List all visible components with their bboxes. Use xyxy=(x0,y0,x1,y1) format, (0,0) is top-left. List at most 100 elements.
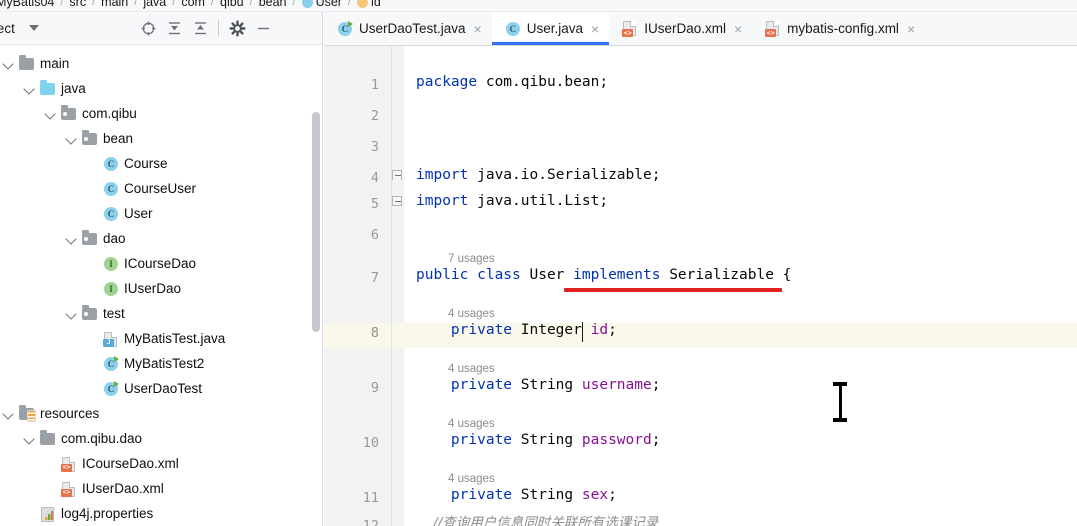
breadcrumb-item[interactable]: MyBatis04 xyxy=(0,0,54,9)
line-number[interactable]: 1 xyxy=(371,77,379,93)
tree-row[interactable]: C MyBatisTest2 xyxy=(0,351,322,376)
breadcrumb-item[interactable]: bean xyxy=(259,0,287,9)
tree-row[interactable]: <> ICourseDao.xml xyxy=(0,451,322,476)
breadcrumb-item[interactable]: main xyxy=(101,0,128,9)
project-tree-scrollbar[interactable] xyxy=(312,112,320,332)
tree-row-label: dao xyxy=(103,230,126,246)
tree-row[interactable]: resources xyxy=(0,401,322,426)
chevron-down-icon[interactable] xyxy=(44,107,57,120)
collapse-all-icon[interactable] xyxy=(187,15,213,41)
editor-tab[interactable]: C UserDaoTest.java × xyxy=(324,12,492,45)
code-token: com.qibu.bean; xyxy=(477,74,609,90)
tree-row[interactable]: main xyxy=(0,51,322,76)
breadcrumb[interactable]: MyBatis04 / src / main / java / com / qibu / bean / Us… xyxy=(0,0,1077,12)
fold-region-start-icon[interactable] xyxy=(392,170,403,184)
line-number[interactable]: 6 xyxy=(371,227,379,243)
breadcrumb-item[interactable]: com xyxy=(181,0,205,9)
code-line[interactable]: private String username; xyxy=(416,378,661,393)
code-line[interactable]: import java.io.Serializable; xyxy=(416,168,660,183)
settings-gear-icon[interactable] xyxy=(224,15,250,41)
project-panel-title[interactable]: oject xyxy=(0,21,15,36)
line-number[interactable]: 5 xyxy=(371,196,379,212)
chevron-down-icon[interactable] xyxy=(23,82,36,95)
code-token: Integer xyxy=(512,322,591,338)
close-icon[interactable]: × xyxy=(907,22,915,36)
line-number[interactable]: 4 xyxy=(371,170,379,186)
tree-row[interactable]: C Course xyxy=(0,151,322,176)
editor-gutter[interactable]: 1 2 3 4 5 6 7 8 9 10 11 12 xyxy=(324,46,392,526)
tree-row[interactable]: <> IUserDao.xml xyxy=(0,476,322,501)
editor-tab[interactable]: <> IUserDao.xml × xyxy=(609,12,752,45)
chevron-down-icon[interactable] xyxy=(65,132,78,145)
line-number[interactable]: 2 xyxy=(371,108,379,124)
close-icon[interactable]: × xyxy=(734,22,742,36)
usages-inlay-hint[interactable]: 7 usages xyxy=(448,253,495,266)
tree-row[interactable]: I ICourseDao xyxy=(0,251,322,276)
class-icon xyxy=(301,0,313,8)
tree-row[interactable]: I IUserDao xyxy=(0,276,322,301)
editor-code-surface[interactable]: 7 usages 4 usages 4 usages 4 usages 4 usages… xyxy=(404,46,1077,526)
close-icon[interactable]: × xyxy=(591,22,599,36)
tree-row[interactable]: C CourseUser xyxy=(0,176,322,201)
breadcrumb-label: com xyxy=(181,0,205,9)
tree-row[interactable]: test xyxy=(0,301,322,326)
tree-row[interactable]: dao xyxy=(0,226,322,251)
tree-row[interactable]: com.qibu xyxy=(0,101,322,126)
code-token: sex xyxy=(581,487,609,503)
fold-region-end-icon[interactable] xyxy=(392,196,403,207)
code-line[interactable]: package com.qibu.bean; xyxy=(416,75,608,90)
tree-row[interactable]: C UserDaoTest xyxy=(0,376,322,401)
chevron-down-icon[interactable] xyxy=(23,432,36,445)
code-editor[interactable]: 1 2 3 4 5 6 7 8 9 10 11 12 7 usages 4 usages 4 usages… xyxy=(324,46,1077,526)
usages-inlay-hint[interactable]: 4 usages xyxy=(448,418,495,431)
breadcrumb-item[interactable]: id xyxy=(357,0,381,9)
tree-row-label: main xyxy=(40,55,70,71)
breadcrumb-item[interactable]: User xyxy=(301,0,342,9)
tree-row-label: test xyxy=(103,305,125,321)
tree-row[interactable]: C User xyxy=(0,201,322,226)
code-token: id xyxy=(590,322,609,338)
code-line[interactable]: //查询用户信息同时关联所有选课记录 xyxy=(416,516,658,526)
code-line[interactable]: private String sex; xyxy=(416,488,617,503)
line-number[interactable]: 11 xyxy=(363,490,379,506)
chevron-down-icon[interactable] xyxy=(65,307,78,320)
hide-panel-icon[interactable] xyxy=(250,15,276,41)
breadcrumb-item[interactable]: qibu xyxy=(220,0,244,9)
java-file-icon: J xyxy=(102,331,119,347)
editor-area: C UserDaoTest.java × C User.java × <> IUserDao.… xyxy=(324,12,1077,526)
line-number[interactable]: 3 xyxy=(371,139,379,155)
line-number[interactable]: 12 xyxy=(363,518,379,526)
breadcrumb-item[interactable]: java xyxy=(143,0,166,9)
chevron-down-icon[interactable] xyxy=(65,232,78,245)
project-tree[interactable]: main java com.qibu bean C Course C CourseUser C U… xyxy=(0,45,322,526)
editor-tab[interactable]: C User.java × xyxy=(491,12,610,45)
usages-inlay-hint[interactable]: 4 usages xyxy=(448,363,495,376)
tree-row[interactable]: J MyBatisTest.java xyxy=(0,326,322,351)
chevron-down-icon[interactable] xyxy=(29,25,40,31)
line-number[interactable]: 10 xyxy=(363,435,379,451)
line-number[interactable]: 7 xyxy=(371,270,379,286)
code-line[interactable]: private String password; xyxy=(416,433,661,448)
locate-in-tree-icon[interactable] xyxy=(135,15,161,41)
tree-row[interactable]: bean xyxy=(0,126,322,151)
line-number[interactable]: 8 xyxy=(371,325,379,341)
usages-inlay-hint[interactable]: 4 usages xyxy=(448,308,495,321)
editor-tab[interactable]: <> mybatis-config.xml × xyxy=(752,12,925,45)
usages-inlay-hint[interactable]: 4 usages xyxy=(448,473,495,486)
close-icon[interactable]: × xyxy=(474,22,482,36)
breadcrumb-item[interactable]: src xyxy=(69,0,86,9)
expand-all-icon[interactable] xyxy=(161,15,187,41)
tree-row[interactable]: com.qibu.dao xyxy=(0,426,322,451)
tree-row[interactable]: java xyxy=(0,76,322,101)
chevron-down-icon[interactable] xyxy=(2,407,15,420)
editor-tabbar[interactable]: C UserDaoTest.java × C User.java × <> IUserDao.… xyxy=(324,12,1077,46)
code-line[interactable]: public class User implements Serializabl… xyxy=(416,268,791,283)
tree-row[interactable]: log4j.properties xyxy=(0,501,322,526)
code-line[interactable]: private Integer id; xyxy=(416,323,617,338)
chevron-down-icon[interactable] xyxy=(2,57,15,70)
line-number[interactable]: 9 xyxy=(371,380,379,396)
code-line[interactable]: import java.util.List; xyxy=(416,194,608,209)
editor-fold-rail[interactable] xyxy=(392,46,404,526)
